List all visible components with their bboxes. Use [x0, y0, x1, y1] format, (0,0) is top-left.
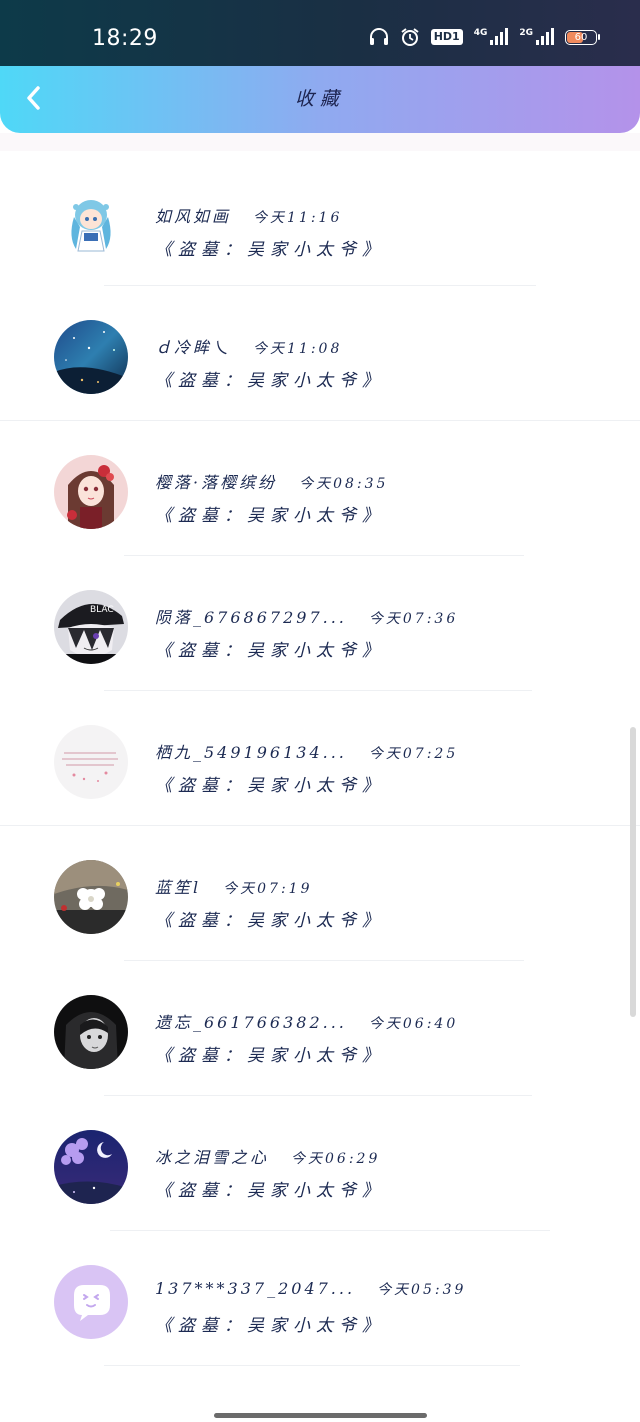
user-name[interactable]: ｄ冷眸乀	[155, 334, 231, 358]
favorited-book-title[interactable]: 《盗墓：吴家小太爷》	[155, 366, 385, 391]
favorited-book-title[interactable]: 《盗墓：吴家小太爷》	[155, 1176, 385, 1201]
avatar[interactable]	[54, 186, 128, 261]
status-bar: 18:29 HD1 4G 2G 60	[0, 0, 640, 66]
svg-text:BLAC: BLAC	[90, 605, 114, 615]
user-name[interactable]: 如风如画	[155, 203, 231, 227]
timestamp: 今天11:08	[253, 340, 343, 357]
net1-label: 4G	[473, 28, 488, 38]
list-item-meta: 樱落·落樱缤纷 今天08:35 《盗墓：吴家小太爷》	[155, 469, 388, 526]
avatar[interactable]	[54, 319, 128, 394]
net2-label: 2G	[519, 28, 533, 38]
favorited-book-title[interactable]: 《盗墓：吴家小太爷》	[155, 636, 458, 661]
favorited-book-title[interactable]: 《盗墓：吴家小太爷》	[155, 1041, 458, 1066]
timestamp: 今天11:16	[253, 209, 343, 226]
battery-icon: 60	[565, 29, 600, 45]
list-item-meta: 遗忘_661766382... 今天06:40 《盗墓：吴家小太爷》	[155, 1009, 458, 1066]
avatar[interactable]	[54, 859, 128, 934]
list-item[interactable]: 樱落·落樱缤纷 今天08:35 《盗墓：吴家小太爷》	[0, 421, 640, 556]
list-item-meta: 陨落_676867297... 今天07:36 《盗墓：吴家小太爷》	[155, 604, 458, 661]
favorited-book-title[interactable]: 《盗墓：吴家小太爷》	[155, 501, 388, 526]
avatar[interactable]	[54, 1264, 128, 1339]
list-item-meta: 栖九_549196134... 今天07:25 《盗墓：吴家小太爷》	[155, 739, 458, 796]
list-item-meta: 如风如画 今天11:16 《盗墓：吴家小太爷》	[155, 203, 385, 260]
timestamp: 今天07:25	[368, 745, 459, 762]
status-icons: HD1 4G 2G 60	[369, 27, 600, 47]
alarm-icon	[400, 27, 420, 47]
user-name[interactable]: 冰之泪雪之心	[155, 1144, 269, 1168]
list-item-meta: 冰之泪雪之心 今天06:29 《盗墓：吴家小太爷》	[155, 1144, 385, 1201]
top-app-bar: 收藏	[0, 66, 640, 133]
timestamp: 今天05:39	[377, 1281, 467, 1298]
user-name[interactable]: 陨落_676867297...	[155, 604, 347, 628]
timestamp: 今天07:36	[368, 610, 459, 627]
list-item-meta: ｄ冷眸乀 今天11:08 《盗墓：吴家小太爷》	[155, 334, 385, 391]
battery-level: 60	[574, 31, 588, 43]
divider	[104, 1365, 520, 1366]
favorited-book-title[interactable]: 《盗墓：吴家小太爷》	[155, 771, 458, 796]
scrollbar[interactable]	[630, 727, 636, 1017]
list-item[interactable]: 137***337_2047... 今天05:39 《盗墓：吴家小太爷》	[0, 1231, 640, 1366]
avatar[interactable]	[54, 994, 128, 1069]
favorited-book-title[interactable]: 《盗墓：吴家小太爷》	[155, 906, 385, 931]
timestamp: 今天07:19	[223, 880, 313, 897]
signal-4g-icon: 4G	[473, 28, 509, 45]
list-item[interactable]: 冰之泪雪之心 今天06:29 《盗墓：吴家小太爷》	[0, 1096, 640, 1231]
list-item[interactable]: 栖九_549196134... 今天07:25 《盗墓：吴家小太爷》	[0, 691, 640, 826]
list-item[interactable]: BLAC 陨落_676867297... 今天07:36 《盗墓：吴家小太爷》	[0, 556, 640, 691]
hd-icon: HD1	[430, 29, 463, 45]
avatar[interactable]	[54, 1129, 128, 1204]
favorited-book-title[interactable]: 《盗墓：吴家小太爷》	[155, 235, 385, 260]
avatar[interactable]	[54, 724, 128, 799]
user-name[interactable]: 樱落·落樱缤纷	[155, 469, 277, 493]
list-item[interactable]: 如风如画 今天11:16 《盗墓：吴家小太爷》	[0, 151, 640, 286]
list-item-meta: 蓝笙l 今天07:19 《盗墓：吴家小太爷》	[155, 874, 385, 931]
list-item[interactable]: 遗忘_661766382... 今天06:40 《盗墓：吴家小太爷》	[0, 961, 640, 1096]
timestamp: 今天06:40	[368, 1015, 459, 1032]
user-name[interactable]: 栖九_549196134...	[155, 739, 347, 763]
status-time: 18:29	[92, 26, 158, 51]
user-name[interactable]: 蓝笙l	[155, 874, 201, 898]
timestamp: 今天06:29	[291, 1150, 381, 1167]
header-shadow-band	[0, 133, 640, 151]
user-name[interactable]: 遗忘_661766382...	[155, 1009, 347, 1033]
user-name[interactable]: 137***337_2047...	[155, 1279, 355, 1298]
headphones-icon	[369, 28, 389, 46]
favorites-list: 如风如画 今天11:16 《盗墓：吴家小太爷》 ｄ冷眸乀 今天11:08 《盗墓：吴家小太…	[0, 151, 640, 1366]
avatar[interactable]	[54, 454, 128, 529]
avatar[interactable]: BLAC	[54, 589, 128, 664]
signal-2g-icon: 2G	[519, 28, 554, 45]
home-indicator[interactable]	[214, 1413, 427, 1418]
list-item-meta: 137***337_2047... 今天05:39 《盗墓：吴家小太爷》	[155, 1279, 466, 1336]
page-title: 收藏	[294, 88, 345, 110]
favorited-book-title[interactable]: 《盗墓：吴家小太爷》	[155, 1311, 466, 1336]
list-item[interactable]: ｄ冷眸乀 今天11:08 《盗墓：吴家小太爷》	[0, 286, 640, 421]
timestamp: 今天08:35	[299, 475, 389, 492]
list-item[interactable]: 蓝笙l 今天07:19 《盗墓：吴家小太爷》	[0, 826, 640, 961]
